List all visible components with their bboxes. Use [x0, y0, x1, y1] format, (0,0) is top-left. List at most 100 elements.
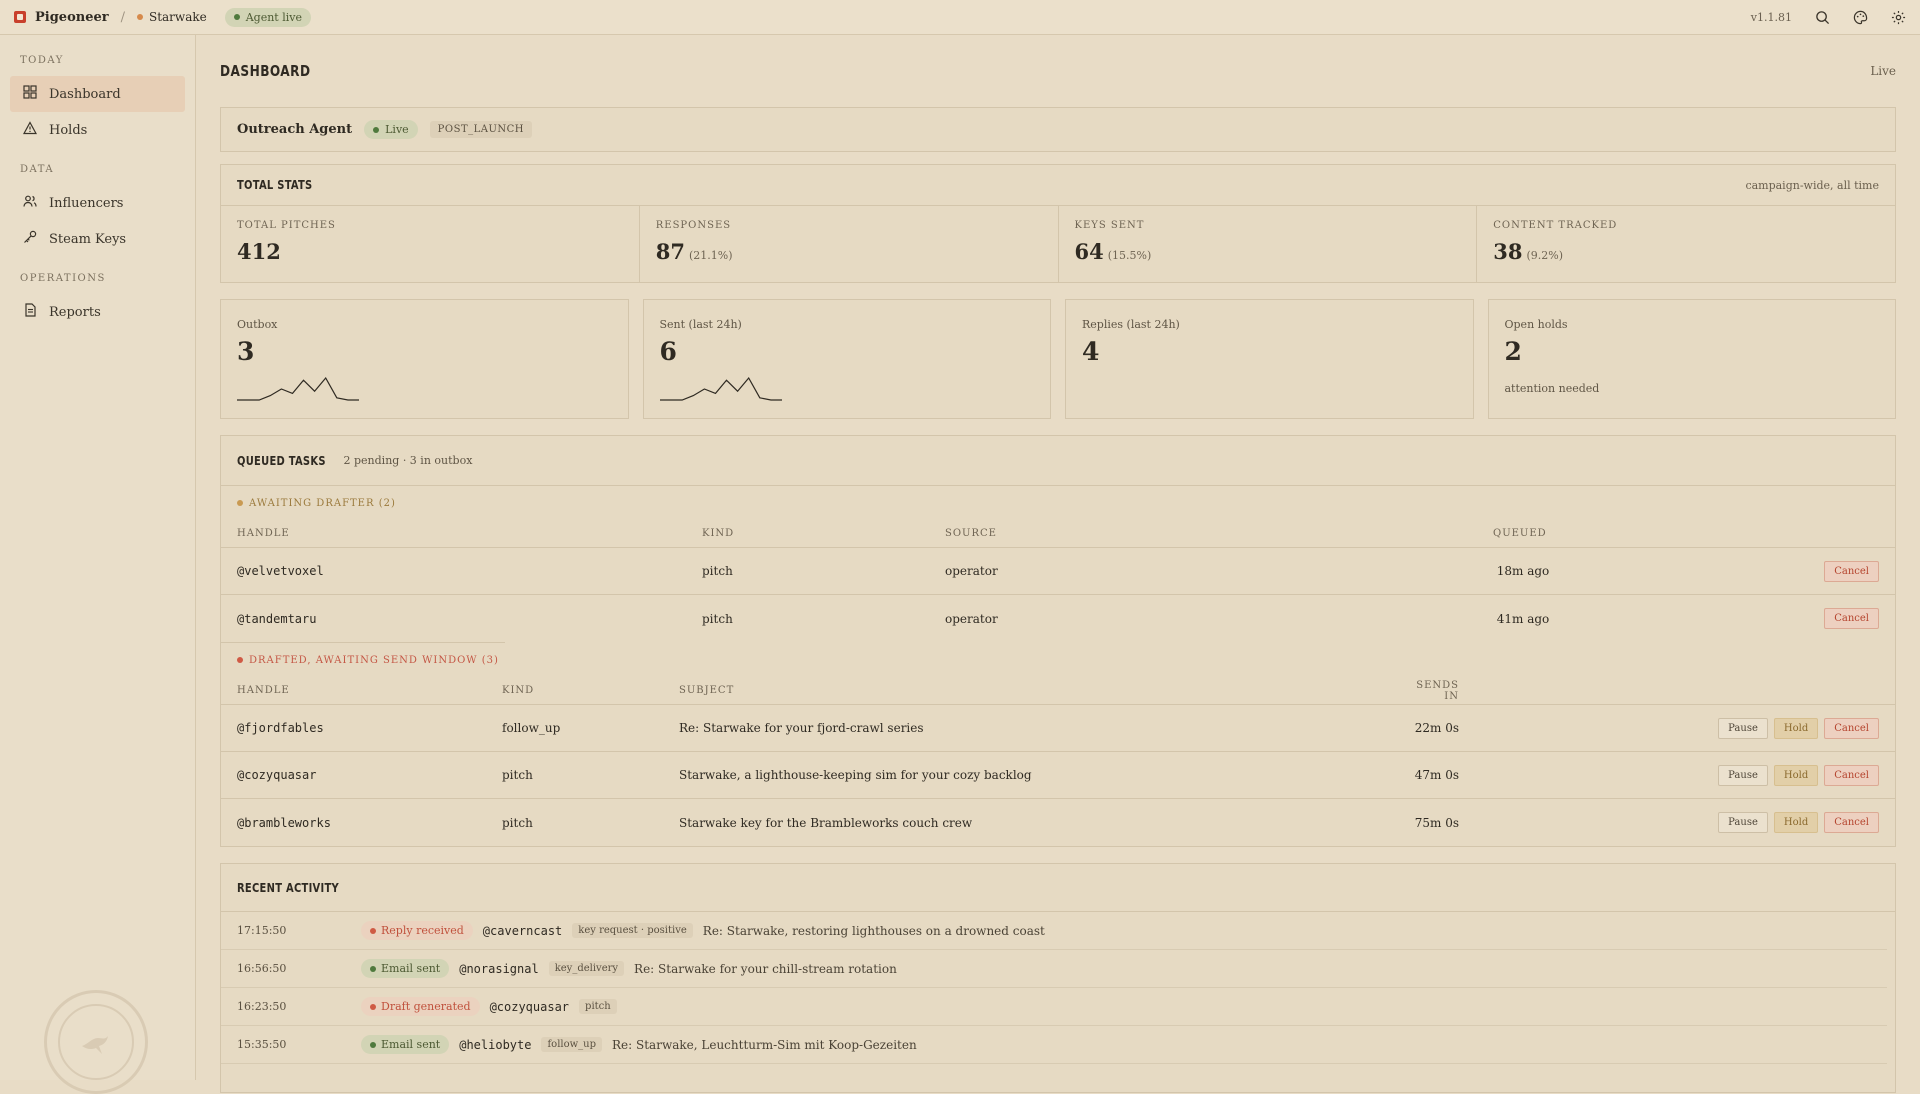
- activity-time: 16:56:50: [237, 962, 287, 975]
- gear-icon[interactable]: [1890, 9, 1906, 25]
- users-icon: [23, 194, 37, 212]
- sidebar-item-label: Reports: [49, 304, 101, 320]
- tile-label: Sent (last 24h): [659, 318, 742, 331]
- column-header: SENDS IN: [1416, 679, 1459, 702]
- table-row: @velvetvoxel pitch operator 18m ago Canc…: [221, 548, 1895, 595]
- event-badge: Reply received: [361, 921, 473, 940]
- handle-cell[interactable]: @cozyquasar: [237, 768, 502, 782]
- activity-row[interactable]: 15:35:50 Email sent @heliobyte follow_up…: [221, 1026, 1887, 1064]
- group-label: AWAITING DRAFTER (2): [249, 497, 396, 509]
- activity-handle[interactable]: @norasignal: [459, 962, 538, 976]
- pause-button[interactable]: Pause: [1718, 717, 1768, 739]
- document-icon: [23, 303, 37, 321]
- status-dot-icon: [370, 1003, 376, 1010]
- stat-content-tracked: CONTENT TRACKED 38 (9.2%): [1477, 206, 1895, 282]
- column-header: SUBJECT: [679, 685, 735, 696]
- subject-cell[interactable]: Starwake, a lighthouse-keeping sim for y…: [679, 768, 1399, 782]
- cancel-button[interactable]: Cancel: [1824, 812, 1879, 833]
- total-stats-title: TOTAL STATS: [237, 178, 313, 192]
- subject-cell[interactable]: Re: Starwake for your fjord-crawl series: [679, 721, 1399, 735]
- metric-tiles: Outbox 3 Sent (last 24h) 6 Replies (last…: [220, 299, 1896, 419]
- stat-label: RESPONSES: [655, 220, 732, 231]
- table-row: @brambleworks pitch Starwake key for the…: [221, 799, 1895, 846]
- handle-cell[interactable]: @fjordfables: [237, 721, 502, 735]
- tile-open-holds[interactable]: Open holds 2 attention needed: [1487, 299, 1896, 419]
- sends-in-cell: 47m 0s: [1414, 768, 1459, 782]
- event-label: Reply received: [381, 924, 464, 937]
- cancel-button[interactable]: Cancel: [1824, 560, 1879, 582]
- cancel-button[interactable]: Cancel: [1824, 764, 1879, 786]
- tile-value: 6: [659, 337, 677, 366]
- sidebar-section-operations: OPERATIONS: [20, 273, 106, 284]
- warning-icon: [22, 121, 38, 139]
- version-label: v1.1.81: [1750, 10, 1792, 24]
- handle-cell[interactable]: @tandemtaru: [237, 612, 702, 626]
- event-badge: Email sent: [361, 1035, 450, 1054]
- source-cell: operator: [945, 611, 998, 626]
- hold-button[interactable]: Hold: [1773, 812, 1819, 833]
- status-dot-icon: [237, 500, 243, 506]
- activity-handle[interactable]: @caverncast: [483, 924, 562, 938]
- activity-handle[interactable]: @cozyquasar: [490, 1000, 569, 1014]
- column-header: QUEUED: [1493, 528, 1547, 539]
- stat-value: 87: [655, 239, 685, 264]
- subject-cell[interactable]: Starwake key for the Brambleworks couch …: [679, 816, 1399, 830]
- palette-icon[interactable]: [1852, 9, 1868, 25]
- sidebar-item-holds[interactable]: Holds: [10, 112, 185, 148]
- status-dot-icon: [370, 927, 376, 934]
- pause-button[interactable]: Pause: [1718, 812, 1768, 833]
- sidebar-item-label: Holds: [49, 122, 88, 138]
- brand-name[interactable]: Pigeoneer: [35, 10, 109, 25]
- table-header: HANDLE KIND SUBJECT SENDS IN: [221, 677, 1895, 705]
- sidebar-section-today: TODAY: [20, 55, 64, 66]
- activity-row[interactable]: 16:56:50 Email sent @norasignal key_deli…: [221, 950, 1887, 988]
- hold-button[interactable]: Hold: [1773, 764, 1819, 786]
- status-dot-icon: [237, 657, 243, 663]
- activity-row[interactable]: 16:23:50 Draft generated @cozyquasar pit…: [221, 988, 1887, 1026]
- top-bar: Pigeoneer / Starwake Agent live v1.1.81: [0, 0, 1920, 35]
- sidebar-item-reports[interactable]: Reports: [10, 294, 185, 330]
- agent-phase-tag: POST_LAUNCH: [429, 121, 533, 138]
- tile-outbox[interactable]: Outbox 3: [220, 299, 629, 419]
- sidebar-item-influencers[interactable]: Influencers: [10, 185, 185, 221]
- tile-sent-24h[interactable]: Sent (last 24h) 6: [642, 299, 1051, 419]
- stat-percent: (9.2%): [1526, 249, 1564, 262]
- tile-label: Outbox: [237, 318, 278, 331]
- stat-value: 38: [1493, 239, 1523, 264]
- cancel-button[interactable]: Cancel: [1824, 717, 1879, 739]
- breadcrumb-project[interactable]: Starwake: [149, 10, 207, 24]
- pigeoneer-logo-icon: [14, 11, 26, 23]
- hold-button[interactable]: Hold: [1773, 717, 1819, 739]
- column-header: KIND: [702, 528, 735, 539]
- pigeon-icon: [82, 1036, 108, 1054]
- activity-subject: Re: Starwake for your chill-stream rotat…: [634, 961, 897, 976]
- sends-in-cell: 22m 0s: [1414, 721, 1459, 735]
- handle-cell[interactable]: @brambleworks: [237, 816, 502, 830]
- column-header: KIND: [502, 685, 535, 696]
- activity-row[interactable]: 17:15:50 Reply received @caverncast key …: [221, 912, 1887, 950]
- activity-tag: follow_up: [541, 1037, 603, 1052]
- stat-value: 412: [237, 239, 281, 264]
- pause-button[interactable]: Pause: [1718, 764, 1768, 786]
- status-dot-icon: [370, 965, 376, 972]
- group-label: DRAFTED, AWAITING SEND WINDOW (3): [249, 654, 499, 666]
- tile-label: Replies (last 24h): [1082, 318, 1180, 331]
- breadcrumb-separator: /: [120, 9, 125, 25]
- queued-tasks-summary: 2 pending · 3 in outbox: [343, 454, 473, 467]
- tile-replies-24h[interactable]: Replies (last 24h) 4: [1065, 299, 1474, 419]
- cancel-button[interactable]: Cancel: [1824, 608, 1879, 629]
- stat-percent: (21.1%): [688, 249, 733, 262]
- search-icon[interactable]: [1814, 9, 1830, 25]
- recent-activity-card: RECENT ACTIVITY 17:15:50 Reply received …: [220, 863, 1896, 1093]
- table-header: HANDLE KIND SOURCE QUEUED: [221, 520, 1895, 548]
- activity-time: 16:23:50: [237, 1000, 287, 1013]
- handle-cell[interactable]: @velvetvoxel: [237, 564, 702, 578]
- sends-in-cell: 75m 0s: [1414, 815, 1459, 830]
- activity-time: 17:15:50: [237, 924, 287, 937]
- sidebar-item-steam-keys[interactable]: Steam Keys: [10, 221, 185, 257]
- column-header: HANDLE: [237, 528, 290, 539]
- activity-handle[interactable]: @heliobyte: [459, 1038, 531, 1052]
- sidebar-item-dashboard[interactable]: Dashboard: [10, 76, 185, 112]
- grid-icon: [23, 85, 37, 103]
- activity-subject: Re: Starwake, restoring lighthouses on a…: [702, 923, 1045, 938]
